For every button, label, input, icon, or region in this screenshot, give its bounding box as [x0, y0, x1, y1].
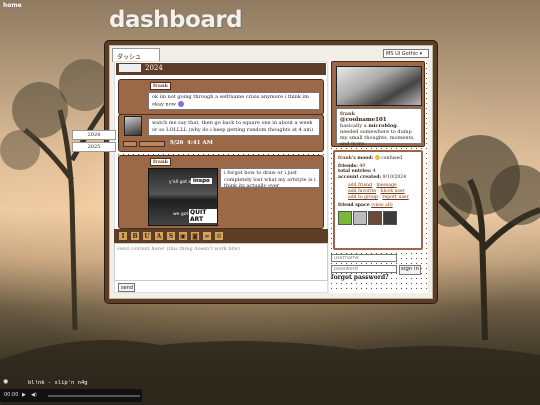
- player-time: 00:00: [4, 392, 19, 398]
- post-2-time: 4:41 AM: [187, 140, 213, 146]
- mood-value: confused: [381, 156, 403, 161]
- add-favorite-link[interactable]: add favorite: [348, 189, 376, 194]
- post-3-text: i forgot how to draw or i just completel…: [220, 168, 320, 188]
- side-year-2025[interactable]: 2025: [72, 142, 116, 152]
- mood-row: frank's mood: confused: [338, 155, 418, 162]
- profile-photo[interactable]: [336, 66, 422, 106]
- compose-textarea[interactable]: send content here! (this thing doesn't w…: [114, 243, 328, 281]
- friend-space-label: friend space: [338, 203, 370, 209]
- block-user-link[interactable]: block user: [381, 189, 405, 194]
- meme-caption-4: QUIT ART: [189, 209, 217, 223]
- emoji-icon: [177, 100, 184, 107]
- post-2-action-box-2[interactable]: [139, 141, 165, 147]
- mood-label: frank's: [338, 156, 356, 161]
- side-year-2024[interactable]: 2024: [72, 130, 116, 140]
- created-label: account created:: [338, 174, 382, 180]
- post-1-author[interactable]: frank: [150, 82, 172, 90]
- friend-thumb-2[interactable]: [353, 210, 367, 225]
- strike-button[interactable]: S: [166, 231, 176, 241]
- info-box: frank's mood: confused friends: 49 total…: [333, 150, 423, 250]
- play-icon[interactable]: ▶: [22, 392, 26, 398]
- music-note-icon: ◉: [3, 378, 9, 385]
- add-friend-link[interactable]: add friend: [348, 183, 372, 188]
- post-2-action-box[interactable]: [123, 141, 137, 147]
- track-name: bl!nk - slip'n n4g: [28, 380, 88, 386]
- report-user-link[interactable]: report user: [382, 195, 408, 200]
- color-button[interactable]: A: [154, 231, 164, 241]
- image-icon[interactable]: ▣: [178, 231, 188, 241]
- post-3-image[interactable]: y'all got any inspo we got QUIT ART: [148, 168, 218, 226]
- year-bar: 2024: [116, 63, 326, 75]
- post-3-author[interactable]: frank: [150, 158, 172, 166]
- post-1-text-content: ok im not going through a self/name cris…: [152, 94, 309, 107]
- sign-in-button[interactable]: sign in: [399, 265, 421, 275]
- year-box: [119, 64, 141, 72]
- home-link[interactable]: home: [3, 2, 22, 9]
- underline-button[interactable]: U: [142, 231, 152, 241]
- friend-thumb-4[interactable]: [383, 210, 397, 225]
- meme-caption-2: inspo: [191, 178, 212, 184]
- friend-thumb-1[interactable]: [338, 210, 352, 225]
- password-input[interactable]: password: [331, 265, 397, 273]
- view-all-link[interactable]: (view all): [371, 203, 392, 208]
- mood-word: mood:: [357, 156, 374, 161]
- bold-button[interactable]: B: [130, 231, 140, 241]
- entries-label: total entries:: [338, 169, 372, 175]
- forgot-password-link[interactable]: forgot password?: [331, 274, 389, 281]
- post-1-text: ok im not going through a self/name cris…: [148, 92, 320, 110]
- mood-icon: [374, 155, 380, 160]
- audio-player: 00:00 ▶ ◀): [0, 389, 142, 402]
- profile-card: frank @coolname101 basically a microblog…: [336, 108, 422, 147]
- post-2-avatar[interactable]: [124, 116, 142, 136]
- friends-value: 49: [359, 163, 366, 169]
- friend-space-row: friend space (view all): [338, 203, 418, 209]
- friends-label: friends:: [338, 163, 358, 169]
- friend-thumbnails: [338, 210, 418, 228]
- message-link[interactable]: message: [376, 183, 396, 188]
- entries-value: 4: [372, 169, 376, 175]
- profile-bio: basically a microblog. needed somewhere …: [340, 123, 418, 147]
- italic-button[interactable]: I: [118, 231, 128, 241]
- friend-thumb-3[interactable]: [368, 210, 382, 225]
- post-2-date: 9/26: [170, 140, 184, 146]
- link-icon[interactable]: ∞: [202, 231, 212, 241]
- camera-icon[interactable]: ◙: [190, 231, 200, 241]
- font-select-value: MS UI Gothic: [386, 51, 419, 57]
- meme-caption-3: we got: [173, 212, 189, 217]
- send-button[interactable]: send: [118, 283, 135, 292]
- seek-bar[interactable]: [48, 395, 140, 397]
- created-row: account created: 9/10/2024: [338, 175, 418, 181]
- user-icon[interactable]: ☺: [214, 231, 224, 241]
- created-value: 9/10/2024: [382, 174, 407, 180]
- username-input[interactable]: username: [331, 254, 397, 262]
- page-title: dashboard: [109, 7, 243, 33]
- mute-icon[interactable]: ◀): [31, 392, 37, 398]
- font-select[interactable]: MS UI Gothic ▾: [383, 49, 429, 58]
- tab-dashboard[interactable]: ダッシュ: [112, 48, 160, 62]
- post-2-text: watch me say that, then go back to squar…: [148, 118, 320, 136]
- action-links: add friend · message add favorite · bloc…: [348, 183, 409, 200]
- add-to-group-link[interactable]: add to group: [348, 195, 378, 200]
- year-label: 2024: [145, 64, 163, 72]
